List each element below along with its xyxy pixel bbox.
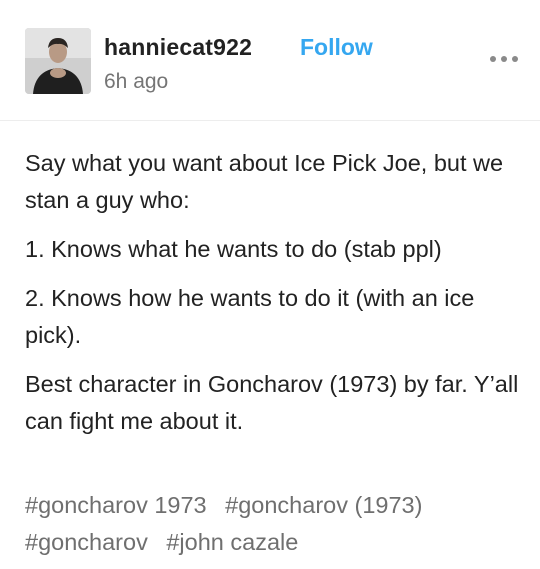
post-paragraph: 1. Knows what he wants to do (stab ppl) — [25, 236, 442, 262]
follow-button[interactable]: Follow — [300, 34, 373, 61]
post-paragraph: Best character in Goncharov (1973) by fa… — [25, 371, 519, 434]
post-paragraph: Say what you want about Ice Pick Joe, bu… — [25, 150, 504, 213]
avatar-image — [25, 28, 91, 94]
post-body: Say what you want about Ice Pick Joe, bu… — [25, 145, 525, 452]
post-tags: #goncharov 1973 #goncharov (1973) #gonch… — [25, 487, 525, 561]
tag-link[interactable]: #goncharov 1973 — [25, 492, 207, 518]
tag-link[interactable]: #john cazale — [166, 529, 298, 555]
author-name[interactable]: hanniecat922 — [104, 34, 252, 61]
post-paragraph: 2. Knows how he wants to do it (with an … — [25, 285, 475, 348]
ellipsis-icon[interactable] — [488, 52, 520, 66]
post-timestamp: 6h ago — [104, 70, 169, 93]
tag-link[interactable]: #goncharov — [25, 529, 148, 555]
tag-link[interactable]: #goncharov (1973) — [225, 492, 422, 518]
post-header: hanniecat922 Follow 6h ago — [0, 0, 540, 121]
avatar[interactable] — [25, 28, 91, 94]
